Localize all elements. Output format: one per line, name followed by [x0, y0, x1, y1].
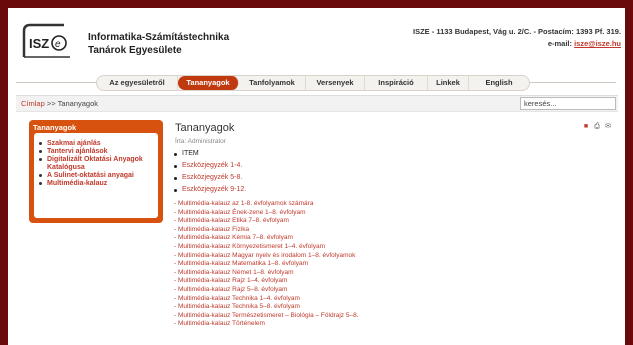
multimedia-link[interactable]: - Multimédia-kalauz Környezetismeret 1–4…	[174, 243, 359, 252]
contact-email-row: e-mail: isze@isze.hu	[413, 38, 621, 50]
contact-info: ISZE - 1133 Budapest, Vág u. 2/C. - Post…	[413, 26, 621, 50]
nav-item-versenyek[interactable]: Versenyek	[306, 76, 365, 90]
multimedia-link[interactable]: - Multimédia-kalauz Ének-zene 1–8. évfol…	[174, 209, 359, 218]
multimedia-links: - Multimédia-kalauz az 1-8. évfolyamok s…	[174, 200, 359, 329]
sidebar-link-multimedia-kalauz[interactable]: Multimédia-kalauz	[47, 180, 107, 187]
nav-item-az-egyesuletrol[interactable]: Az egyesületről	[97, 76, 178, 90]
multimedia-link[interactable]: - Multimédia-kalauz Matematika 1–8. évfo…	[174, 260, 359, 269]
sidebar-link-sulinet[interactable]: A Sulinet-oktatási anyagai	[47, 172, 134, 179]
nav-item-tananyagok[interactable]: Tananyagok	[178, 76, 239, 90]
sidebar-item: Szakmai ajánlás	[38, 140, 156, 148]
multimedia-link[interactable]: - Multimédia-kalauz Német 1–8. évfolyam	[174, 269, 359, 278]
sidebar-link-digitalizalt-katalogus[interactable]: Digitalizált Oktatási Anyagok Katalógusa	[47, 156, 143, 171]
email-label: e-mail:	[547, 39, 575, 48]
sidebar-title: Tananyagok	[33, 123, 77, 132]
breadcrumb-home-link[interactable]: Címlap	[21, 99, 45, 108]
sidebar-link-tantervi-ajanlasok[interactable]: Tantervi ajánlások	[47, 148, 108, 155]
multimedia-link[interactable]: - Multimédia-kalauz Technika 5–8. évfoly…	[174, 303, 359, 312]
sidebar-item: A Sulinet-oktatási anyagai	[38, 172, 156, 180]
nav-item-inspiracio[interactable]: Inspiráció	[365, 76, 428, 90]
multimedia-link[interactable]: - Multimédia-kalauz Természetismeret – B…	[174, 312, 359, 321]
list-item-link[interactable]: Eszközjegyzék 1-4.	[173, 160, 246, 172]
top-band	[8, 0, 625, 8]
sidebar-item: Tantervi ajánlások	[38, 148, 156, 156]
nav-item-linkek[interactable]: Linkek	[428, 76, 469, 90]
svg-text:e: e	[55, 39, 61, 50]
list-item-link[interactable]: Eszközjegyzék 9-12.	[173, 184, 246, 196]
sidebar-panel: Tananyagok Szakmai ajánlás Tantervi aján…	[29, 120, 163, 223]
contact-address: ISZE - 1133 Budapest, Vág u. 2/C. - Post…	[413, 27, 621, 36]
content-list: ITEM Eszközjegyzék 1-4. Eszközjegyzék 5-…	[173, 148, 246, 196]
nav-item-tanfolyamok[interactable]: Tanfolyamok	[239, 76, 306, 90]
page-title: Tananyagok	[175, 122, 235, 134]
page: ISZ e Informatika-Számítástechnika Tanár…	[8, 0, 625, 345]
breadcrumb: Címlap >> Tananyagok	[21, 99, 98, 108]
multimedia-link[interactable]: - Multimédia-kalauz Technika 1–4. évfoly…	[174, 295, 359, 304]
multimedia-link[interactable]: - Multimédia-kalauz Rajz 5–8. évfolyam	[174, 286, 359, 295]
list-item: ITEM	[173, 148, 246, 160]
author-line: Írta: Administrator	[175, 138, 226, 145]
main-nav: Az egyesületről Tananyagok Tanfolyamok V…	[96, 75, 530, 91]
sidebar-content: Szakmai ajánlás Tantervi ajánlások Digit…	[34, 133, 158, 218]
email-link[interactable]: isze@isze.hu	[574, 39, 621, 48]
search-input[interactable]	[520, 97, 616, 110]
multimedia-link[interactable]: - Multimédia-kalauz Etika 7–8. évfolyam	[174, 217, 359, 226]
svg-text:ISZ: ISZ	[29, 36, 49, 51]
multimedia-link[interactable]: - Multimédia-kalauz Történelem	[174, 320, 359, 329]
pdf-icon[interactable]: ■	[582, 123, 590, 131]
multimedia-link[interactable]: - Multimédia-kalauz az 1-8. évfolyamok s…	[174, 200, 359, 209]
org-name-line1: Informatika-Számítástechnika	[88, 32, 230, 43]
breadcrumb-separator: >>	[44, 99, 58, 108]
email-icon[interactable]: ✉	[604, 123, 612, 131]
sidebar-item: Digitalizált Oktatási Anyagok Katalógusa	[38, 156, 156, 172]
multimedia-link[interactable]: - Multimédia-kalauz Fizika	[174, 226, 359, 235]
print-icon[interactable]: ⎙	[593, 123, 601, 131]
multimedia-link[interactable]: - Multimédia-kalauz Kémia 7–8. évfolyam	[174, 234, 359, 243]
article-actions: ■ ⎙ ✉	[582, 123, 612, 131]
multimedia-link[interactable]: - Multimédia-kalauz Magyar nyelv és irod…	[174, 252, 359, 261]
nav-item-english[interactable]: English	[469, 76, 529, 90]
multimedia-link[interactable]: - Multimédia-kalauz Rajz 1–4. évfolyam	[174, 277, 359, 286]
sidebar-menu: Szakmai ajánlás Tantervi ajánlások Digit…	[38, 140, 156, 188]
sidebar-link-szakmai-ajanlas[interactable]: Szakmai ajánlás	[47, 140, 101, 147]
breadcrumb-current: Tananyagok	[57, 99, 99, 108]
isze-logo[interactable]: ISZ e	[20, 21, 76, 61]
sidebar-item: Multimédia-kalauz	[38, 180, 156, 188]
org-name-line2: Tanárok Egyesülete	[88, 45, 182, 56]
organization-name: Informatika-Számítástechnika Tanárok Egy…	[88, 31, 229, 57]
list-item-link[interactable]: Eszközjegyzék 5-8.	[173, 172, 246, 184]
